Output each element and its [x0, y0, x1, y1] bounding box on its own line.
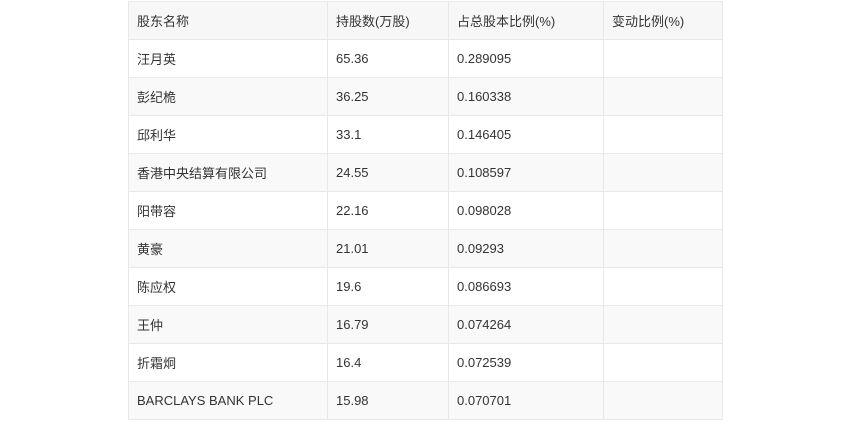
table-row: 香港中央结算有限公司 24.55 0.108597 [128, 153, 723, 192]
cell-name: 折霜炯 [128, 343, 328, 382]
cell-ratio: 0.108597 [448, 153, 604, 192]
cell-shares: 65.36 [327, 39, 449, 78]
cell-ratio: 0.070701 [448, 381, 604, 420]
cell-name: 陈应权 [128, 267, 328, 306]
cell-change [603, 77, 723, 116]
cell-shares: 22.16 [327, 191, 449, 230]
table-row: 彭纪桅 36.25 0.160338 [128, 77, 723, 116]
shareholder-table-container: 股东名称 持股数(万股) 占总股本比例(%) 变动比例(%) 汪月英 65.36… [128, 1, 723, 420]
cell-shares: 24.55 [327, 153, 449, 192]
cell-shares: 33.1 [327, 115, 449, 154]
header-ratio: 占总股本比例(%) [448, 1, 604, 40]
cell-change [603, 343, 723, 382]
shareholder-table: 股东名称 持股数(万股) 占总股本比例(%) 变动比例(%) 汪月英 65.36… [128, 1, 723, 420]
cell-name: 阳带容 [128, 191, 328, 230]
cell-shares: 15.98 [327, 381, 449, 420]
cell-name: 邱利华 [128, 115, 328, 154]
cell-shares: 36.25 [327, 77, 449, 116]
table-row: 阳带容 22.16 0.098028 [128, 191, 723, 230]
cell-shares: 21.01 [327, 229, 449, 268]
table-header: 股东名称 持股数(万股) 占总股本比例(%) 变动比例(%) [128, 1, 723, 40]
cell-ratio: 0.09293 [448, 229, 604, 268]
cell-shares: 16.79 [327, 305, 449, 344]
cell-change [603, 267, 723, 306]
cell-ratio: 0.086693 [448, 267, 604, 306]
cell-change [603, 39, 723, 78]
cell-ratio: 0.146405 [448, 115, 604, 154]
cell-change [603, 191, 723, 230]
header-change: 变动比例(%) [603, 1, 723, 40]
table-body: 汪月英 65.36 0.289095 彭纪桅 36.25 0.160338 邱利… [128, 39, 723, 420]
cell-ratio: 0.098028 [448, 191, 604, 230]
cell-ratio: 0.160338 [448, 77, 604, 116]
cell-name: 王仲 [128, 305, 328, 344]
cell-change [603, 115, 723, 154]
table-row: 汪月英 65.36 0.289095 [128, 39, 723, 78]
cell-name: 汪月英 [128, 39, 328, 78]
table-row: 邱利华 33.1 0.146405 [128, 115, 723, 154]
cell-ratio: 0.072539 [448, 343, 604, 382]
cell-name: BARCLAYS BANK PLC [128, 381, 328, 420]
header-shareholder-name: 股东名称 [128, 1, 328, 40]
cell-ratio: 0.074264 [448, 305, 604, 344]
table-row: 陈应权 19.6 0.086693 [128, 267, 723, 306]
header-shares: 持股数(万股) [327, 1, 449, 40]
cell-change [603, 229, 723, 268]
table-row: 折霜炯 16.4 0.072539 [128, 343, 723, 382]
cell-change [603, 153, 723, 192]
cell-change [603, 305, 723, 344]
cell-change [603, 381, 723, 420]
cell-shares: 16.4 [327, 343, 449, 382]
table-row: 黄豪 21.01 0.09293 [128, 229, 723, 268]
cell-name: 彭纪桅 [128, 77, 328, 116]
header-row: 股东名称 持股数(万股) 占总股本比例(%) 变动比例(%) [128, 1, 723, 40]
cell-name: 黄豪 [128, 229, 328, 268]
cell-shares: 19.6 [327, 267, 449, 306]
cell-name: 香港中央结算有限公司 [128, 153, 328, 192]
table-row: 王仲 16.79 0.074264 [128, 305, 723, 344]
table-row: BARCLAYS BANK PLC 15.98 0.070701 [128, 381, 723, 420]
cell-ratio: 0.289095 [448, 39, 604, 78]
